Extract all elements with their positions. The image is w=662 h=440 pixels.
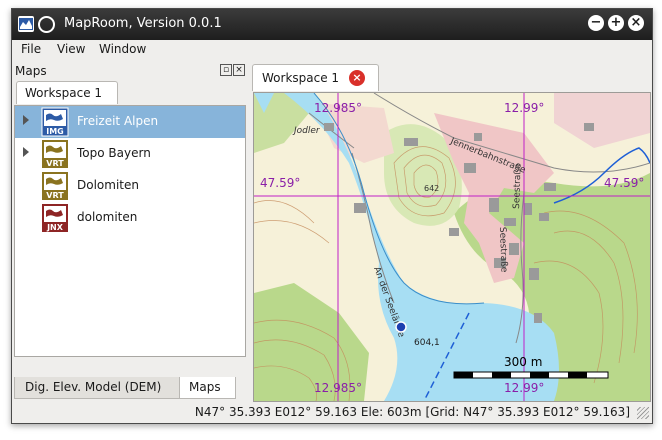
vrt-map-icon: VRT (41, 171, 69, 201)
position-marker-icon (395, 321, 407, 333)
resize-grip-icon[interactable] (637, 407, 649, 419)
close-window-icon[interactable]: × (628, 15, 644, 31)
minimize-icon[interactable]: − (588, 15, 604, 31)
tab-workspace-left[interactable]: Workspace 1 (16, 81, 118, 104)
grid-label-lat: 47.59° (604, 176, 645, 190)
menu-view[interactable]: View (57, 42, 85, 56)
tree-item-dolomiten-jnx[interactable]: JNX dolomiten (15, 202, 245, 234)
menu-file[interactable]: File (21, 42, 41, 56)
map-canvas[interactable]: Jodler Jennerbahnstraße Seestraße Seestr… (253, 92, 651, 402)
maps-dock-title: Maps (15, 64, 47, 78)
grid-label-lon: 12.985° (314, 381, 362, 395)
elevation-label: 604,1 (414, 338, 440, 348)
tab-workspace-map[interactable]: Workspace 1 × (252, 64, 379, 91)
menu-bar: File View Window (12, 40, 652, 60)
svg-text:JNX: JNX (46, 223, 64, 232)
place-label: Jodler (292, 126, 321, 136)
svg-text:VRT: VRT (46, 159, 64, 168)
tree-item-freizeit-alpen[interactable]: IMG Freizeit Alpen (15, 106, 245, 138)
float-dock-icon[interactable]: ▫ (220, 64, 232, 76)
tree-item-label: Freizeit Alpen (77, 114, 159, 128)
title-bar[interactable]: MapRoom, Version 0.0.1 − + × (12, 9, 652, 40)
grid-label-lon: 12.99° (504, 101, 545, 115)
svg-text:VRT: VRT (46, 191, 64, 200)
scale-label: 300 m (504, 355, 543, 369)
tab-label: Maps (189, 380, 221, 394)
grid-label-lat: 47.59° (260, 176, 301, 190)
menu-window[interactable]: Window (99, 42, 146, 56)
street-label: Seestraße (512, 163, 524, 209)
tab-dem[interactable]: Dig. Elev. Model (DEM) (14, 377, 180, 399)
grid-label-lon: 12.99° (504, 381, 545, 395)
grid-label-lon: 12.985° (314, 101, 362, 115)
window-title: MapRoom, Version 0.0.1 (64, 16, 222, 31)
expand-arrow-icon[interactable] (23, 115, 29, 125)
svg-text:IMG: IMG (46, 127, 64, 136)
tab-label: Dig. Elev. Model (DEM) (25, 380, 162, 394)
tree-item-label: Dolomiten (77, 178, 139, 192)
tab-maps[interactable]: Maps (179, 377, 236, 399)
maps-tree: IMG Freizeit Alpen VRT Topo Bayern VRT D… (14, 105, 246, 357)
tree-item-label: Topo Bayern (77, 146, 151, 160)
tree-item-dolomiten-vrt[interactable]: VRT Dolomiten (15, 170, 245, 202)
status-coordinates: N47° 35.393 E012° 59.163 Ele: 603m [Grid… (194, 405, 630, 419)
img-map-icon: IMG (41, 107, 69, 137)
tree-item-topo-bayern[interactable]: VRT Topo Bayern (15, 138, 245, 170)
tree-item-label: dolomiten (77, 210, 138, 224)
expand-arrow-icon[interactable] (23, 147, 29, 157)
close-tab-icon[interactable]: × (349, 70, 365, 86)
street-label: Seestraße (497, 227, 509, 273)
jnx-map-icon: JNX (41, 203, 69, 233)
map-app-icon (18, 16, 34, 32)
vrt-map-icon: VRT (41, 139, 69, 169)
tab-label: Workspace 1 (25, 86, 103, 100)
maximize-icon[interactable]: + (608, 15, 624, 31)
status-bar: N47° 35.393 E012° 59.163 Ele: 603m [Grid… (12, 403, 652, 423)
app-window: MapRoom, Version 0.0.1 − + × File View W… (11, 8, 653, 424)
close-dock-icon[interactable]: × (233, 64, 245, 76)
pin-window-icon[interactable] (38, 16, 55, 33)
tab-label: Workspace 1 (262, 71, 340, 85)
elevation-label: 642 (424, 184, 439, 193)
